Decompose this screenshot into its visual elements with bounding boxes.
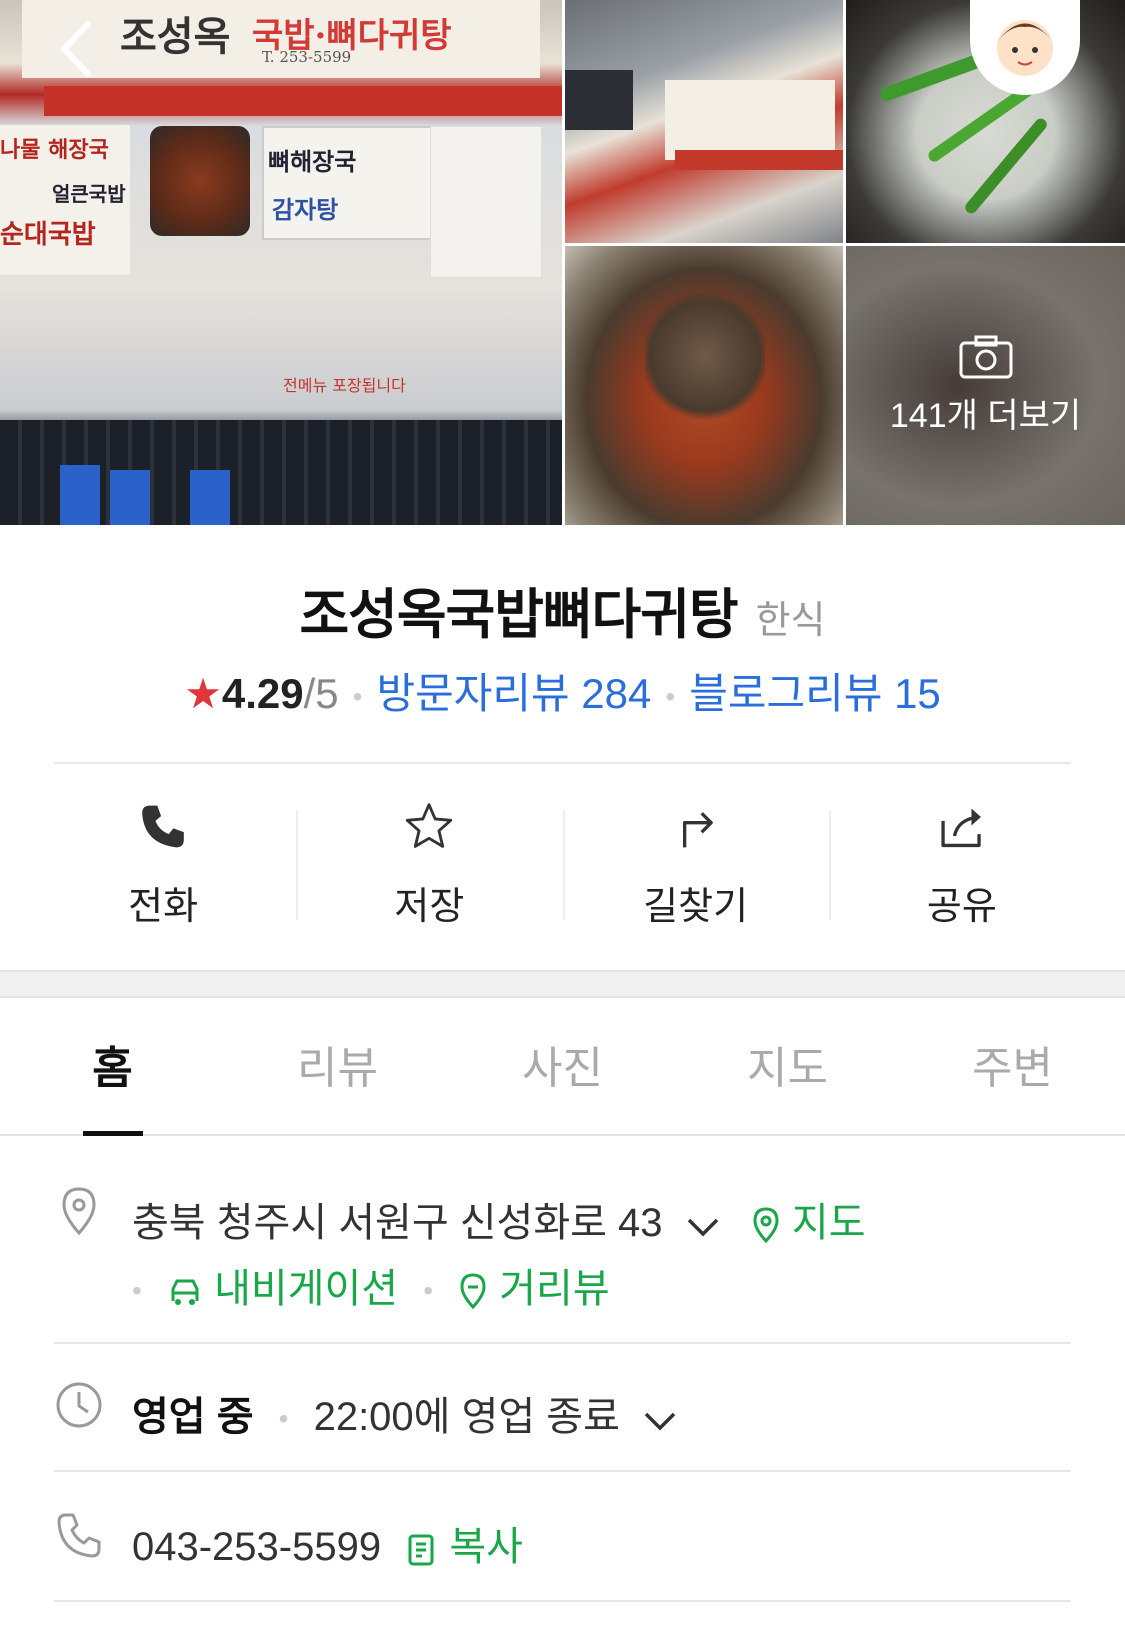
address-row: 충북 청주시 서원구 신성화로 43 지도 • 내비게이션 • 거리뷰 <box>54 1182 1071 1332</box>
back-button[interactable] <box>52 18 102 80</box>
star-icon: ★ <box>184 670 222 717</box>
map-link[interactable]: 지도 <box>751 1201 866 1245</box>
separator-dot: • <box>352 680 363 712</box>
separator-dot: • <box>423 1275 433 1307</box>
directions-button[interactable]: 길찾기 <box>562 780 829 930</box>
section-gap <box>0 970 1125 998</box>
copy-icon <box>408 1534 434 1566</box>
photo-gallery[interactable]: 조성옥 국밥·뼈다귀탕 T. 253-5599 뼈해장국 감자탕 나물 해장국 … <box>0 0 1125 525</box>
phone-number[interactable]: 043-253-5599 <box>132 1525 381 1569</box>
directions-label: 길찾기 <box>643 884 749 928</box>
bone-soup-photo[interactable] <box>565 246 843 525</box>
camera-icon <box>959 335 1012 379</box>
tab-photos[interactable]: 사진 <box>450 996 675 1134</box>
sign-menu1-text: 뼈해장국 <box>268 147 357 176</box>
chevron-down-icon[interactable] <box>686 1203 720 1248</box>
street-view-link[interactable]: 거리뷰 <box>458 1267 610 1311</box>
street-view-link-label: 거리뷰 <box>499 1267 610 1311</box>
navigation-link[interactable]: 내비게이션 <box>167 1267 409 1311</box>
hours-status: 영업 중 <box>132 1395 254 1439</box>
chevron-left-icon <box>61 21 91 77</box>
call-button[interactable]: 전화 <box>30 780 296 930</box>
sign-left2-text: 얼큰국밥 <box>52 182 126 206</box>
tab-map[interactable]: 지도 <box>675 996 900 1134</box>
storefront-side-photo[interactable] <box>565 0 843 243</box>
location-pin-icon <box>62 1187 96 1236</box>
divider <box>54 1600 1071 1602</box>
sign-phone-text: T. 253-5599 <box>262 48 352 66</box>
share-label: 공유 <box>926 884 997 928</box>
share-button[interactable]: 공유 <box>828 780 1095 930</box>
more-photos-label: 141개 더보기 <box>889 397 1082 435</box>
tab-bar: 홈 리뷰 사진 지도 주변 <box>0 996 1125 1136</box>
divider <box>54 1342 1071 1344</box>
separator-dot: • <box>132 1275 142 1307</box>
navigation-link-label: 내비게이션 <box>214 1267 399 1311</box>
map-pin-icon <box>753 1207 779 1244</box>
sign-left1-text: 나물 해장국 <box>0 137 109 163</box>
hours-row[interactable]: 영업 중 • 22:00에 영업 종료 <box>54 1378 1071 1439</box>
visitor-reviews-link[interactable]: 방문자리뷰 284 <box>376 670 651 717</box>
car-icon <box>171 1279 199 1306</box>
clock-icon <box>56 1382 102 1428</box>
copy-button[interactable]: 복사 <box>406 1525 523 1569</box>
rating-max: /5 <box>303 670 339 717</box>
tab-home[interactable]: 홈 <box>0 996 225 1134</box>
rating-row: ★4.29/5 • 방문자리뷰 284 • 블로그리뷰 15 <box>0 660 1125 721</box>
tab-reviews[interactable]: 리뷰 <box>225 996 450 1134</box>
copy-label: 복사 <box>449 1525 523 1569</box>
chevron-down-icon[interactable] <box>643 1397 677 1442</box>
sign-main-text: 조성옥 <box>120 13 231 60</box>
divider <box>54 762 1071 764</box>
sign-menu2-text: 감자탕 <box>272 195 339 224</box>
phone-icon <box>142 805 184 848</box>
phone-icon <box>57 1513 101 1558</box>
blog-reviews-link[interactable]: 블로그리뷰 15 <box>689 670 941 717</box>
directions-icon <box>682 812 713 848</box>
save-button[interactable]: 저장 <box>296 780 562 930</box>
separator-dot: • <box>665 680 676 712</box>
save-label: 저장 <box>394 884 465 928</box>
star-icon <box>406 803 453 848</box>
more-photos-button[interactable]: 141개 더보기 <box>846 246 1125 525</box>
phone-row: 043-253-5599 복사 <box>54 1508 1071 1569</box>
sign-left3-text: 순대국밥 <box>0 220 96 250</box>
tab-nearby[interactable]: 주변 <box>900 996 1125 1134</box>
sign-banner-text: 전메뉴 포장됩니다 <box>283 376 406 395</box>
hours-detail: 22:00에 영업 종료 <box>313 1395 620 1439</box>
divider <box>54 1470 1071 1472</box>
share-icon <box>941 808 981 848</box>
call-label: 전화 <box>128 884 199 928</box>
place-header: 조성옥국밥뼈다귀탕 한식 <box>0 570 1125 649</box>
address-text: 충북 청주시 서원구 신성화로 43 <box>132 1201 663 1245</box>
street-view-icon <box>460 1273 486 1310</box>
action-bar: 전화 저장 길찾기 공유 <box>30 780 1095 930</box>
place-name: 조성옥국밥뼈다귀탕 <box>299 583 738 646</box>
rating-score: 4.29 <box>221 670 304 717</box>
place-category: 한식 <box>755 598 826 642</box>
separator-dot: • <box>278 1403 289 1435</box>
map-link-label: 지도 <box>791 1201 866 1245</box>
